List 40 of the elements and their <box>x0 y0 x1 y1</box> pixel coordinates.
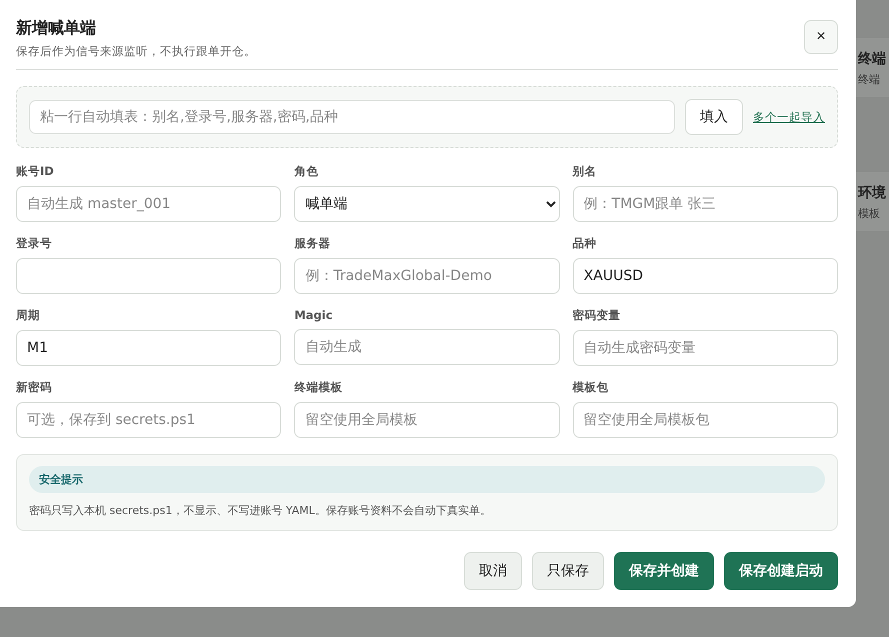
role-select[interactable]: 喊单端 <box>294 186 560 222</box>
field-label: 模板包 <box>572 380 610 395</box>
dialog-title: 新增喊单端 <box>16 18 97 39</box>
input-field[interactable]: 可选，保存到 secrets.ps1 <box>16 402 282 438</box>
input-field[interactable] <box>16 258 282 294</box>
field-label: 品种 <box>572 236 598 251</box>
input-field[interactable]: 留空使用全局模板 <box>294 402 560 438</box>
input-field[interactable]: 自动生成 master_001 <box>16 186 282 222</box>
field-label: 服务器 <box>294 236 332 251</box>
secondary-button[interactable]: 只保存 <box>532 552 604 590</box>
field-label: 终端模板 <box>294 380 344 395</box>
primary-button[interactable]: 保存并创建 <box>614 552 714 590</box>
field-label: 新密码 <box>16 380 53 395</box>
notice-text: 密码只写入本机 secrets.ps1，不显示、不写进账号 YAML。保存账号资料不会自动下真实单。 <box>29 503 492 518</box>
input-field[interactable]: 例：TradeMaxGlobal-Demo <box>294 258 560 294</box>
background-card-title: 终端 <box>858 50 887 68</box>
field-label: 登录号 <box>16 236 53 251</box>
input-field[interactable]: 自动生成 <box>294 329 560 365</box>
input-field[interactable]: 留空使用全局模板包 <box>572 402 838 438</box>
secondary-button[interactable]: 取消 <box>464 552 522 590</box>
background-card-text: 终端 <box>858 72 881 87</box>
input-field[interactable]: 自动生成密码变量 <box>572 330 838 366</box>
input-field[interactable]: XAUUSD <box>572 258 838 294</box>
field-label: 角色 <box>294 164 320 179</box>
dialog-subtitle: 保存后作为信号来源监听，不执行跟单开仓。 <box>16 44 256 59</box>
field-label: 密码变量 <box>572 308 622 323</box>
field-label: Magic <box>294 308 334 322</box>
primary-button[interactable]: 保存创建启动 <box>724 552 838 590</box>
field-label: 账号ID <box>16 164 55 179</box>
notice-title: 安全提示 <box>29 466 825 493</box>
input-field[interactable]: 例：TMGM跟单 张三 <box>572 186 838 222</box>
quick-fill-field[interactable]: 粘一行自动填表：别名,登录号,服务器,密码,品种 <box>29 100 675 134</box>
background-card-text: 模板 <box>858 206 881 221</box>
background-card-title: 环境 <box>858 184 887 202</box>
close-button[interactable]: × <box>804 20 838 54</box>
bulk-import-link[interactable]: 多个一起导入 <box>753 110 825 124</box>
input-field[interactable]: M1 <box>16 330 282 366</box>
fill-button[interactable]: 填入 <box>685 99 743 135</box>
field-label: 别名 <box>572 164 598 179</box>
field-label: 周期 <box>16 308 41 323</box>
